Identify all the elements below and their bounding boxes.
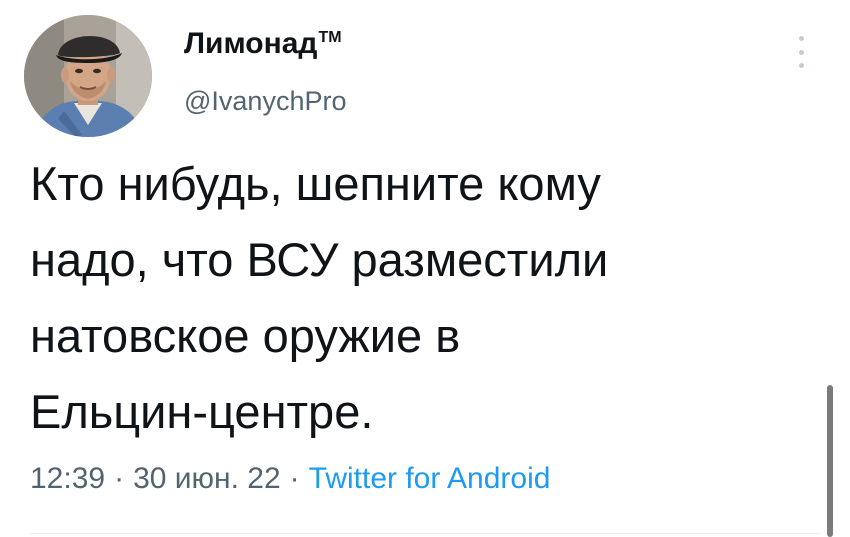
display-name[interactable]: ЛимонадTM [184, 27, 342, 61]
more-dot [798, 36, 804, 41]
meta-separator: · [289, 462, 300, 495]
tweet-source-link[interactable]: Twitter for Android [309, 462, 551, 495]
more-dot [798, 49, 804, 55]
tweet-text-line: Ельцин-центре. [30, 385, 374, 438]
divider [30, 533, 820, 534]
tweet-text-line: Кто нибудь, шепните кому [30, 157, 601, 210]
scrollbar[interactable] [827, 385, 833, 537]
tweet-metadata: 12:39 · 30 июн. 22 · Twitter for Android [30, 462, 550, 496]
avatar-photo [24, 15, 152, 137]
tweet-text: Кто нибудь, шепните кому надо, что ВСУ р… [30, 146, 810, 450]
more-vertical-icon[interactable] [797, 36, 805, 68]
tweet-card: ЛимонадTM @IvanychPro Кто нибудь, шепнит… [0, 0, 850, 537]
display-name-text: Лимонад [184, 27, 318, 60]
more-dot [798, 63, 804, 68]
user-handle[interactable]: @IvanychPro [184, 86, 346, 117]
tweet-time[interactable]: 12:39 [30, 462, 105, 495]
tweet-text-line: натовское оружие в [30, 309, 461, 362]
meta-separator: · [114, 462, 125, 495]
trademark-mark: TM [318, 29, 342, 46]
tweet-date[interactable]: 30 июн. 22 [133, 462, 281, 495]
tweet-text-line: надо, что ВСУ разместили [30, 233, 609, 286]
avatar[interactable] [24, 15, 152, 137]
